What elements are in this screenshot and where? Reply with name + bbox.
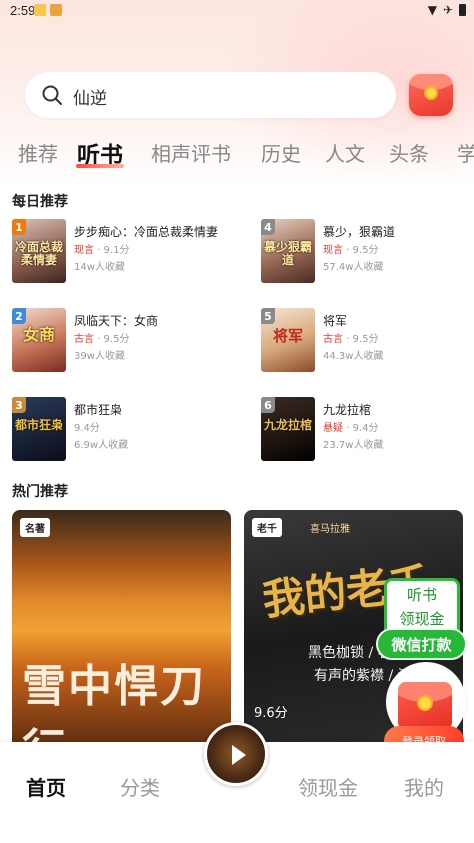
book-item[interactable]: 6 九龙拉棺 九龙拉棺 悬疑 · 9.4分 23.7w人收藏 [261, 397, 474, 465]
play-button[interactable] [204, 722, 268, 786]
wifi-icon: ▼ [427, 3, 437, 17]
book-title: 将军 [323, 314, 348, 328]
nav-mine[interactable]: 我的 [404, 772, 444, 801]
book-cover: 3 都市狂枭 [12, 397, 66, 461]
active-tab-indicator [76, 164, 124, 168]
book-item[interactable]: 4 慕少狠霸道 慕少，狠霸道 现言 · 9.5分 57.4w人收藏 [261, 219, 474, 287]
book-genre: 现言 [323, 245, 343, 256]
book-cover: 1 冷面总裁柔情妻 [12, 219, 66, 283]
cover-text: 将军 [272, 327, 303, 345]
hot-card[interactable]: 名著 雪中悍刀行 [12, 510, 231, 750]
cover-text: 九龙拉棺 [264, 418, 313, 432]
status-icons: ▼ ✈ [428, 3, 466, 17]
hot-card-cover-text: 雪中悍刀行 [22, 661, 206, 750]
hot-section-title: 热门推荐 [12, 484, 68, 500]
status-time: 2:59 [10, 3, 36, 18]
status-bar: 2:59 ▼ ✈ [0, 0, 474, 22]
book-meta: 9.4分 [74, 419, 100, 434]
tab-humanities[interactable]: 人文 [325, 138, 365, 167]
tab-history[interactable]: 历史 [261, 138, 301, 167]
rank-badge: 6 [261, 397, 275, 413]
rank-badge: 2 [12, 308, 26, 324]
nav-category[interactable]: 分类 [120, 772, 160, 801]
cover-text: 慕少狠霸道 [264, 240, 313, 267]
book-item[interactable]: 5 将军 将军 古言 · 9.5分 44.3w人收藏 [261, 308, 474, 376]
book-meta: 悬疑 · 9.4分 [323, 423, 379, 434]
book-cover: 5 将军 [261, 308, 315, 372]
category-tabs: 推荐 听书 相声评书 历史 人文 头条 学 [0, 136, 474, 172]
tab-headlines[interactable]: 头条 [389, 138, 429, 167]
tab-study[interactable]: 学 [457, 138, 474, 167]
notification-icon [34, 4, 46, 16]
book-meta: 古言 · 9.5分 [323, 334, 379, 345]
book-score: 9.5分 [352, 245, 379, 256]
book-meta: 现言 · 9.1分 [74, 245, 130, 256]
book-genre: 悬疑 [323, 423, 343, 434]
airplane-icon: ✈ [442, 3, 453, 17]
book-title: 凤临天下：女商 [74, 314, 159, 328]
play-icon [232, 745, 246, 765]
cover-text: 都市狂枭 [15, 418, 64, 432]
rank-badge: 5 [261, 308, 275, 324]
rank-badge: 4 [261, 219, 275, 235]
book-score: 9.4分 [74, 423, 100, 434]
red-packet-icon [398, 682, 452, 730]
nav-home[interactable]: 首页 [26, 772, 66, 801]
cover-text: 冷面总裁柔情妻 [15, 240, 64, 267]
tab-crosstalk[interactable]: 相声评书 [151, 138, 231, 167]
book-genre: 古言 [323, 334, 343, 345]
book-score: 9.4分 [352, 423, 379, 434]
book-meta: 现言 · 9.5分 [323, 245, 379, 256]
wechat-pay-button[interactable]: 微信打款 [376, 628, 467, 660]
red-packet-icon[interactable] [409, 74, 453, 116]
book-title: 步步痴心：冷面总裁柔情妻 [74, 225, 219, 239]
listen-label: 听书 [406, 586, 437, 604]
rank-badge: 1 [12, 219, 26, 235]
book-favorites: 23.7w人收藏 [323, 440, 384, 451]
book-item[interactable]: 2 女商 凤临天下：女商 古言 · 9.5分 39w人收藏 [12, 308, 242, 376]
book-score: 9.1分 [103, 245, 130, 256]
tab-recommend[interactable]: 推荐 [18, 138, 58, 167]
book-item[interactable]: 3 都市狂枭 都市狂枭 9.4分 6.9w人收藏 [12, 397, 242, 465]
book-favorites: 57.4w人收藏 [323, 262, 384, 273]
hot-card-score: 9.6分 [254, 706, 288, 721]
hot-card-brand: 喜马拉雅 [310, 524, 350, 535]
book-meta: 古言 · 9.5分 [74, 334, 130, 345]
cover-text: 女商 [22, 325, 55, 344]
daily-section-title: 每日推荐 [12, 194, 68, 210]
book-score: 9.5分 [352, 334, 379, 345]
hot-card-tag: 老千 [252, 518, 282, 537]
book-cover: 2 女商 [12, 308, 66, 372]
book-genre: 古言 [74, 334, 94, 345]
search-query: 仙逆 [73, 89, 107, 109]
book-favorites: 14w人收藏 [74, 262, 125, 273]
book-genre: 现言 [74, 245, 94, 256]
book-item[interactable]: 1 冷面总裁柔情妻 步步痴心：冷面总裁柔情妻 现言 · 9.1分 14w人收藏 [12, 219, 242, 287]
rank-badge: 3 [12, 397, 26, 413]
book-favorites: 39w人收藏 [74, 351, 125, 362]
nav-earn-cash[interactable]: 领现金 [298, 772, 358, 801]
battery-icon [459, 4, 466, 16]
book-favorites: 6.9w人收藏 [74, 440, 129, 451]
book-title: 慕少，狠霸道 [323, 225, 396, 239]
book-cover: 6 九龙拉棺 [261, 397, 315, 461]
book-title: 九龙拉棺 [323, 403, 372, 417]
book-score: 9.5分 [103, 334, 130, 345]
search-input[interactable]: 仙逆 [25, 72, 396, 118]
app-notification-icon [50, 4, 62, 16]
book-favorites: 44.3w人收藏 [323, 351, 384, 362]
book-cover: 4 慕少狠霸道 [261, 219, 315, 283]
hot-card-tag: 名著 [20, 518, 50, 537]
search-icon [42, 85, 62, 105]
cash-label: 领现金 [399, 610, 445, 628]
book-title: 都市狂枭 [74, 403, 123, 417]
